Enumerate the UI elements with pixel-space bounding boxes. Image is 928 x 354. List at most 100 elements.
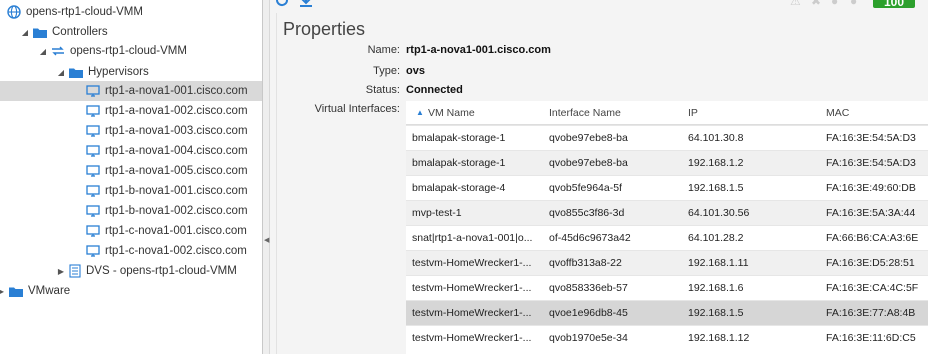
folder-icon bbox=[9, 286, 23, 297]
expand-triangle-icon[interactable]: ◢ bbox=[20, 28, 30, 37]
properties-section: Properties Name: rtp1-a-nova1-001.cisco.… bbox=[276, 13, 928, 354]
tree-node-label: rtp1-a-nova1-004.cisco.com bbox=[105, 145, 248, 157]
mac-cell: FA:16:3E:77:A8:4B bbox=[826, 307, 916, 319]
tree-node-host[interactable]: rtp1-a-nova1-003.cisco.com bbox=[83, 121, 248, 141]
tree-node-host[interactable]: rtp1-b-nova1-002.cisco.com bbox=[83, 201, 248, 221]
vm-name-cell: testvm-HomeWrecker1-... bbox=[412, 307, 532, 319]
collapsed-triangle-icon[interactable]: ▶ bbox=[56, 267, 66, 276]
interface-name-cell: of-45d6c9673a42 bbox=[549, 232, 631, 244]
interface-name-cell: qvo855c3f86-3d bbox=[549, 207, 625, 219]
tree-node-host[interactable]: rtp1-a-nova1-005.cisco.com bbox=[83, 161, 248, 181]
ip-cell: 192.168.1.11 bbox=[688, 257, 749, 269]
tree-node-label: VMware bbox=[28, 285, 71, 297]
toolbar: ⚠ ✖ ● ● 100 bbox=[270, 0, 928, 12]
tree-node-host[interactable]: rtp1-a-nova1-001.cisco.com bbox=[0, 81, 262, 101]
controller-icon bbox=[51, 46, 65, 56]
column-header-interface-name[interactable]: Interface Name bbox=[549, 107, 621, 119]
collapse-arrow-icon[interactable]: ◀ bbox=[264, 236, 269, 244]
warning-icon[interactable]: ⚠ bbox=[790, 0, 801, 8]
download-icon[interactable] bbox=[298, 0, 314, 11]
mac-cell: FA:16:3E:54:5A:D3 bbox=[826, 157, 916, 169]
column-header-mac[interactable]: MAC bbox=[826, 107, 849, 119]
vm-name-cell: snat|rtp1-a-nova1-001|o... bbox=[412, 232, 533, 244]
tree-node-label: DVS - opens-rtp1-cloud-VMM bbox=[86, 265, 237, 277]
ip-cell: 192.168.1.12 bbox=[688, 332, 750, 344]
column-header-vm-name[interactable]: VM Name bbox=[428, 107, 475, 119]
interface-name-cell: qvobe97ebe8-ba bbox=[549, 132, 628, 144]
tree-node-controllers[interactable]: ◢ Controllers bbox=[20, 22, 108, 42]
tree-node-root-vmm[interactable]: opens-rtp1-cloud-VMM bbox=[4, 2, 143, 22]
notice-icon[interactable]: ● bbox=[850, 0, 857, 8]
status-value: Connected bbox=[406, 84, 463, 96]
table-row[interactable]: testvm-HomeWrecker1-... qvoe1e96db8-45 192… bbox=[406, 300, 928, 325]
tree-node-controller-vmm[interactable]: ◢ opens-rtp1-cloud-VMM bbox=[38, 41, 187, 61]
ip-cell: 192.168.1.6 bbox=[688, 282, 744, 294]
info-icon[interactable]: ● bbox=[831, 0, 838, 8]
tree-node-dvs[interactable]: ▶ DVS - opens-rtp1-cloud-VMM bbox=[56, 261, 237, 281]
monitor-icon bbox=[86, 205, 100, 217]
expand-triangle-icon[interactable]: ◢ bbox=[56, 68, 66, 77]
tree-node-host[interactable]: rtp1-c-nova1-002.cisco.com bbox=[83, 241, 247, 261]
tree-node-label: rtp1-a-nova1-005.cisco.com bbox=[105, 165, 248, 177]
vm-name-cell: testvm-HomeWrecker1-... bbox=[412, 332, 532, 344]
tree-node-hypervisors[interactable]: ◢ Hypervisors bbox=[56, 62, 149, 82]
error-icon[interactable]: ✖ bbox=[811, 0, 821, 8]
table-row[interactable]: testvm-HomeWrecker1-... qvob1970e5e-34 192… bbox=[406, 325, 928, 350]
monitor-icon bbox=[86, 185, 100, 197]
mac-cell: FA:16:3E:11:6D:C5 bbox=[826, 332, 916, 344]
virtual-interfaces-table: ▲ VM Name Interface Name IP MAC bmalapak… bbox=[406, 101, 928, 354]
refresh-icon[interactable] bbox=[274, 0, 290, 11]
table-row[interactable]: bmalapak-storage-1 qvobe97ebe8-ba 192.168.… bbox=[406, 150, 928, 175]
tree-node-label: rtp1-a-nova1-002.cisco.com bbox=[105, 105, 248, 117]
tree-node-label: rtp1-a-nova1-003.cisco.com bbox=[105, 125, 248, 137]
interface-name-cell: qvo858336eb-57 bbox=[549, 282, 628, 294]
vm-name-cell: testvm-HomeWrecker1-... bbox=[412, 282, 532, 294]
interface-name-cell: qvoe1e96db8-45 bbox=[549, 307, 628, 319]
ip-cell: 192.168.1.5 bbox=[688, 307, 744, 319]
monitor-icon bbox=[86, 145, 100, 157]
vm-name-cell: mvp-test-1 bbox=[412, 207, 462, 219]
collapsed-triangle-icon[interactable]: ▶ bbox=[0, 287, 6, 296]
tree-node-host[interactable]: rtp1-b-nova1-001.cisco.com bbox=[83, 181, 248, 201]
mac-cell: FA:16:3E:CA:4C:5F bbox=[826, 282, 919, 294]
properties-title: Properties bbox=[283, 19, 366, 39]
name-label: Name: bbox=[367, 44, 400, 56]
tree-node-label: rtp1-c-nova1-002.cisco.com bbox=[105, 245, 247, 257]
interface-name-cell: qvob1970e5e-34 bbox=[549, 332, 628, 344]
table-row[interactable]: snat|rtp1-a-nova1-001|o... of-45d6c9673a4… bbox=[406, 225, 928, 250]
tree-node-label: rtp1-b-nova1-002.cisco.com bbox=[105, 205, 248, 217]
vm-name-cell: bmalapak-storage-1 bbox=[412, 157, 506, 169]
type-label: Type: bbox=[373, 65, 400, 77]
folder-icon bbox=[33, 27, 47, 38]
monitor-icon bbox=[86, 245, 100, 257]
tree-node-label: opens-rtp1-cloud-VMM bbox=[26, 6, 143, 18]
expand-triangle-icon[interactable]: ◢ bbox=[38, 47, 48, 56]
health-score-badge[interactable]: 100 bbox=[873, 0, 915, 8]
tree-node-label: Controllers bbox=[52, 26, 108, 38]
mac-cell: FA:66:B6:CA:A3:6E bbox=[826, 232, 919, 244]
panel-splitter[interactable]: ◀ bbox=[262, 0, 270, 354]
table-row[interactable]: testvm-HomeWrecker1-... qvo858336eb-57 192… bbox=[406, 275, 928, 300]
tree-node-host[interactable]: rtp1-a-nova1-004.cisco.com bbox=[83, 141, 248, 161]
table-header: ▲ VM Name Interface Name IP MAC bbox=[406, 101, 928, 125]
column-header-ip[interactable]: IP bbox=[688, 107, 698, 119]
interface-name-cell: qvobe97ebe8-ba bbox=[549, 157, 628, 169]
tree-node-vmware[interactable]: ▶ VMware bbox=[0, 281, 70, 301]
ip-cell: 64.101.28.2 bbox=[688, 232, 744, 244]
details-panel: ⚠ ✖ ● ● 100 Properties Name: rtp1-a-nova… bbox=[270, 0, 928, 354]
mac-cell: FA:16:3E:5A:3A:44 bbox=[826, 207, 916, 219]
table-row[interactable]: bmalapak-storage-1 qvobe97ebe8-ba 64.101.3… bbox=[406, 125, 928, 150]
sort-ascending-icon[interactable]: ▲ bbox=[416, 108, 424, 117]
tree-node-host[interactable]: rtp1-a-nova1-002.cisco.com bbox=[83, 101, 248, 121]
virtual-interfaces-label: Virtual Interfaces: bbox=[314, 103, 400, 115]
table-row[interactable]: bmalapak-storage-4 qvob5fe964a-5f 192.168.… bbox=[406, 175, 928, 200]
navigation-tree: opens-rtp1-cloud-VMM ◢ Controllers ◢ ope… bbox=[0, 0, 262, 354]
interface-name-cell: qvob5fe964a-5f bbox=[549, 182, 622, 194]
table-row[interactable]: mvp-test-1 qvo855c3f86-3d 64.101.30.56 FA:1… bbox=[406, 200, 928, 225]
table-row[interactable]: testvm-HomeWrecker1-... qvoffb313a8-22 192… bbox=[406, 250, 928, 275]
tree-node-host[interactable]: rtp1-c-nova1-001.cisco.com bbox=[83, 221, 247, 241]
status-label: Status: bbox=[365, 84, 400, 96]
vm-name-cell: testvm-HomeWrecker1-... bbox=[412, 257, 532, 269]
name-value: rtp1-a-nova1-001.cisco.com bbox=[406, 44, 551, 56]
monitor-icon bbox=[86, 105, 100, 117]
